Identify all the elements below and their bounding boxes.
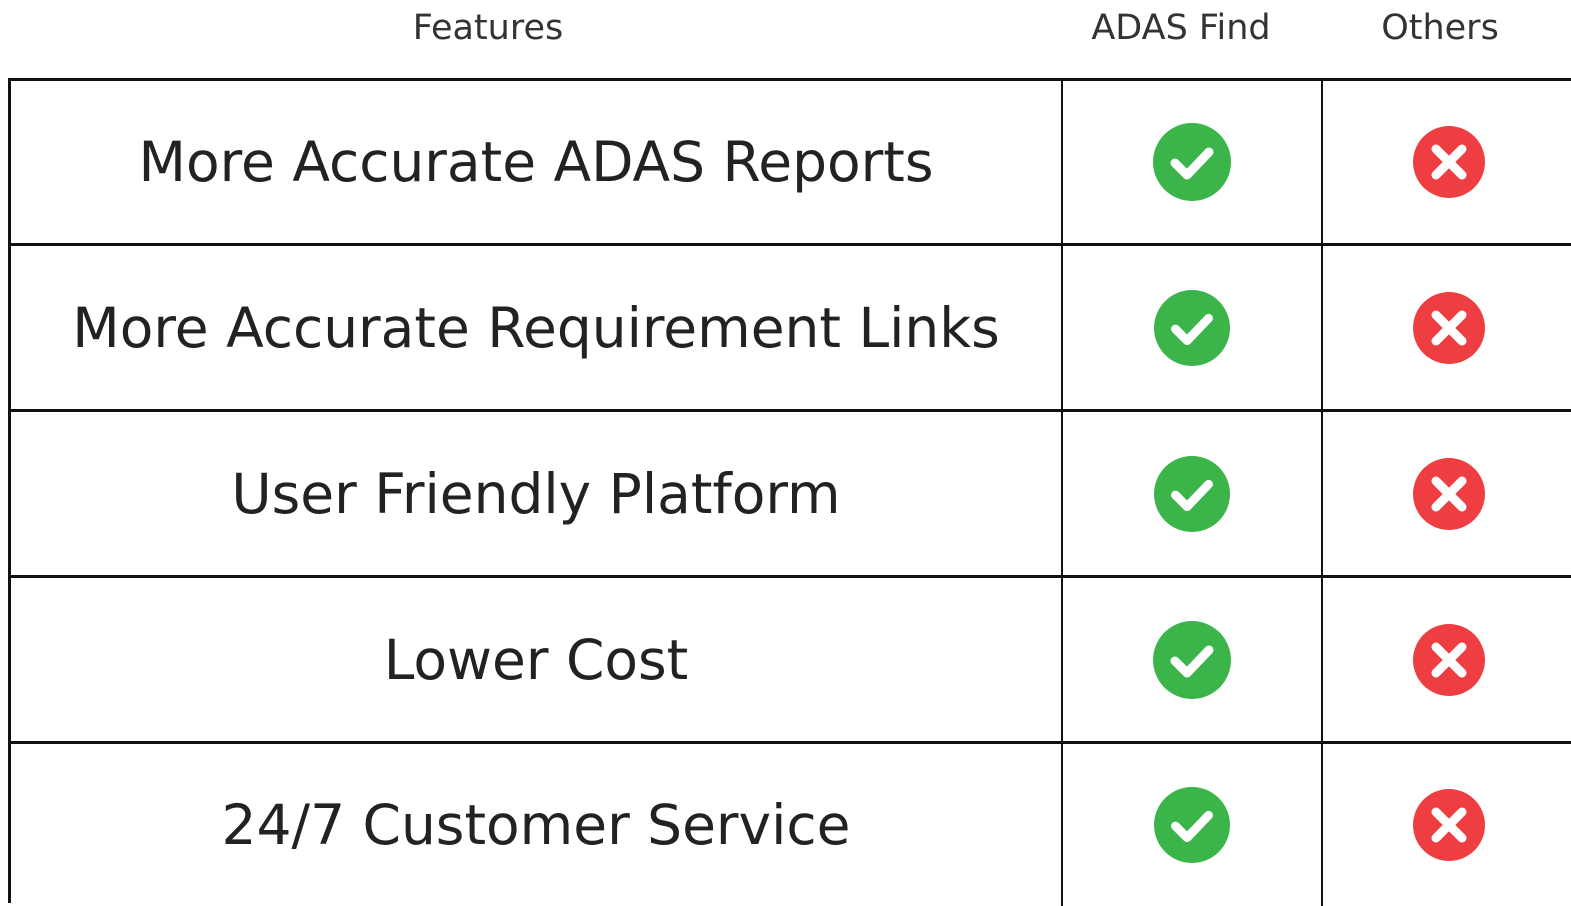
- check-icon: [1153, 620, 1231, 699]
- others-cell: [1323, 81, 1571, 243]
- check-icon: [1154, 289, 1230, 366]
- x-icon: [1412, 126, 1485, 198]
- feature-label: User Friendly Platform: [11, 412, 1063, 575]
- others-cell: [1323, 246, 1571, 409]
- check-icon: [1154, 787, 1230, 863]
- others-cell: [1323, 412, 1571, 575]
- others-column-header: Others: [1381, 8, 1499, 48]
- adas-find-cell: [1063, 744, 1323, 906]
- adas-find-cell: [1063, 246, 1323, 409]
- feature-label: More Accurate ADAS Reports: [11, 81, 1063, 243]
- others-cell: [1323, 744, 1571, 906]
- table-header: Features ADAS Find Others: [0, 0, 1571, 78]
- table-row: More Accurate Requirement Links: [11, 246, 1571, 412]
- x-icon: [1412, 291, 1485, 364]
- adas-find-cell: [1063, 412, 1323, 575]
- table-row: More Accurate ADAS Reports: [11, 81, 1571, 246]
- adas-find-column-header: ADAS Find: [1091, 8, 1271, 48]
- table-row: User Friendly Platform: [11, 412, 1571, 578]
- feature-label: More Accurate Requirement Links: [11, 246, 1063, 409]
- comparison-table: More Accurate ADAS Reports More Accurate…: [8, 78, 1571, 906]
- table-row: Lower Cost: [11, 578, 1571, 744]
- check-icon: [1154, 455, 1230, 532]
- adas-find-cell: [1063, 81, 1323, 243]
- x-icon: [1412, 789, 1485, 861]
- x-icon: [1412, 623, 1485, 696]
- check-icon: [1153, 123, 1231, 201]
- adas-find-cell: [1063, 578, 1323, 741]
- table-row: 24/7 Customer Service: [11, 744, 1571, 906]
- others-cell: [1323, 578, 1571, 741]
- features-column-header: Features: [412, 8, 564, 48]
- x-icon: [1412, 457, 1485, 530]
- feature-label: 24/7 Customer Service: [11, 744, 1063, 906]
- feature-label: Lower Cost: [11, 578, 1063, 741]
